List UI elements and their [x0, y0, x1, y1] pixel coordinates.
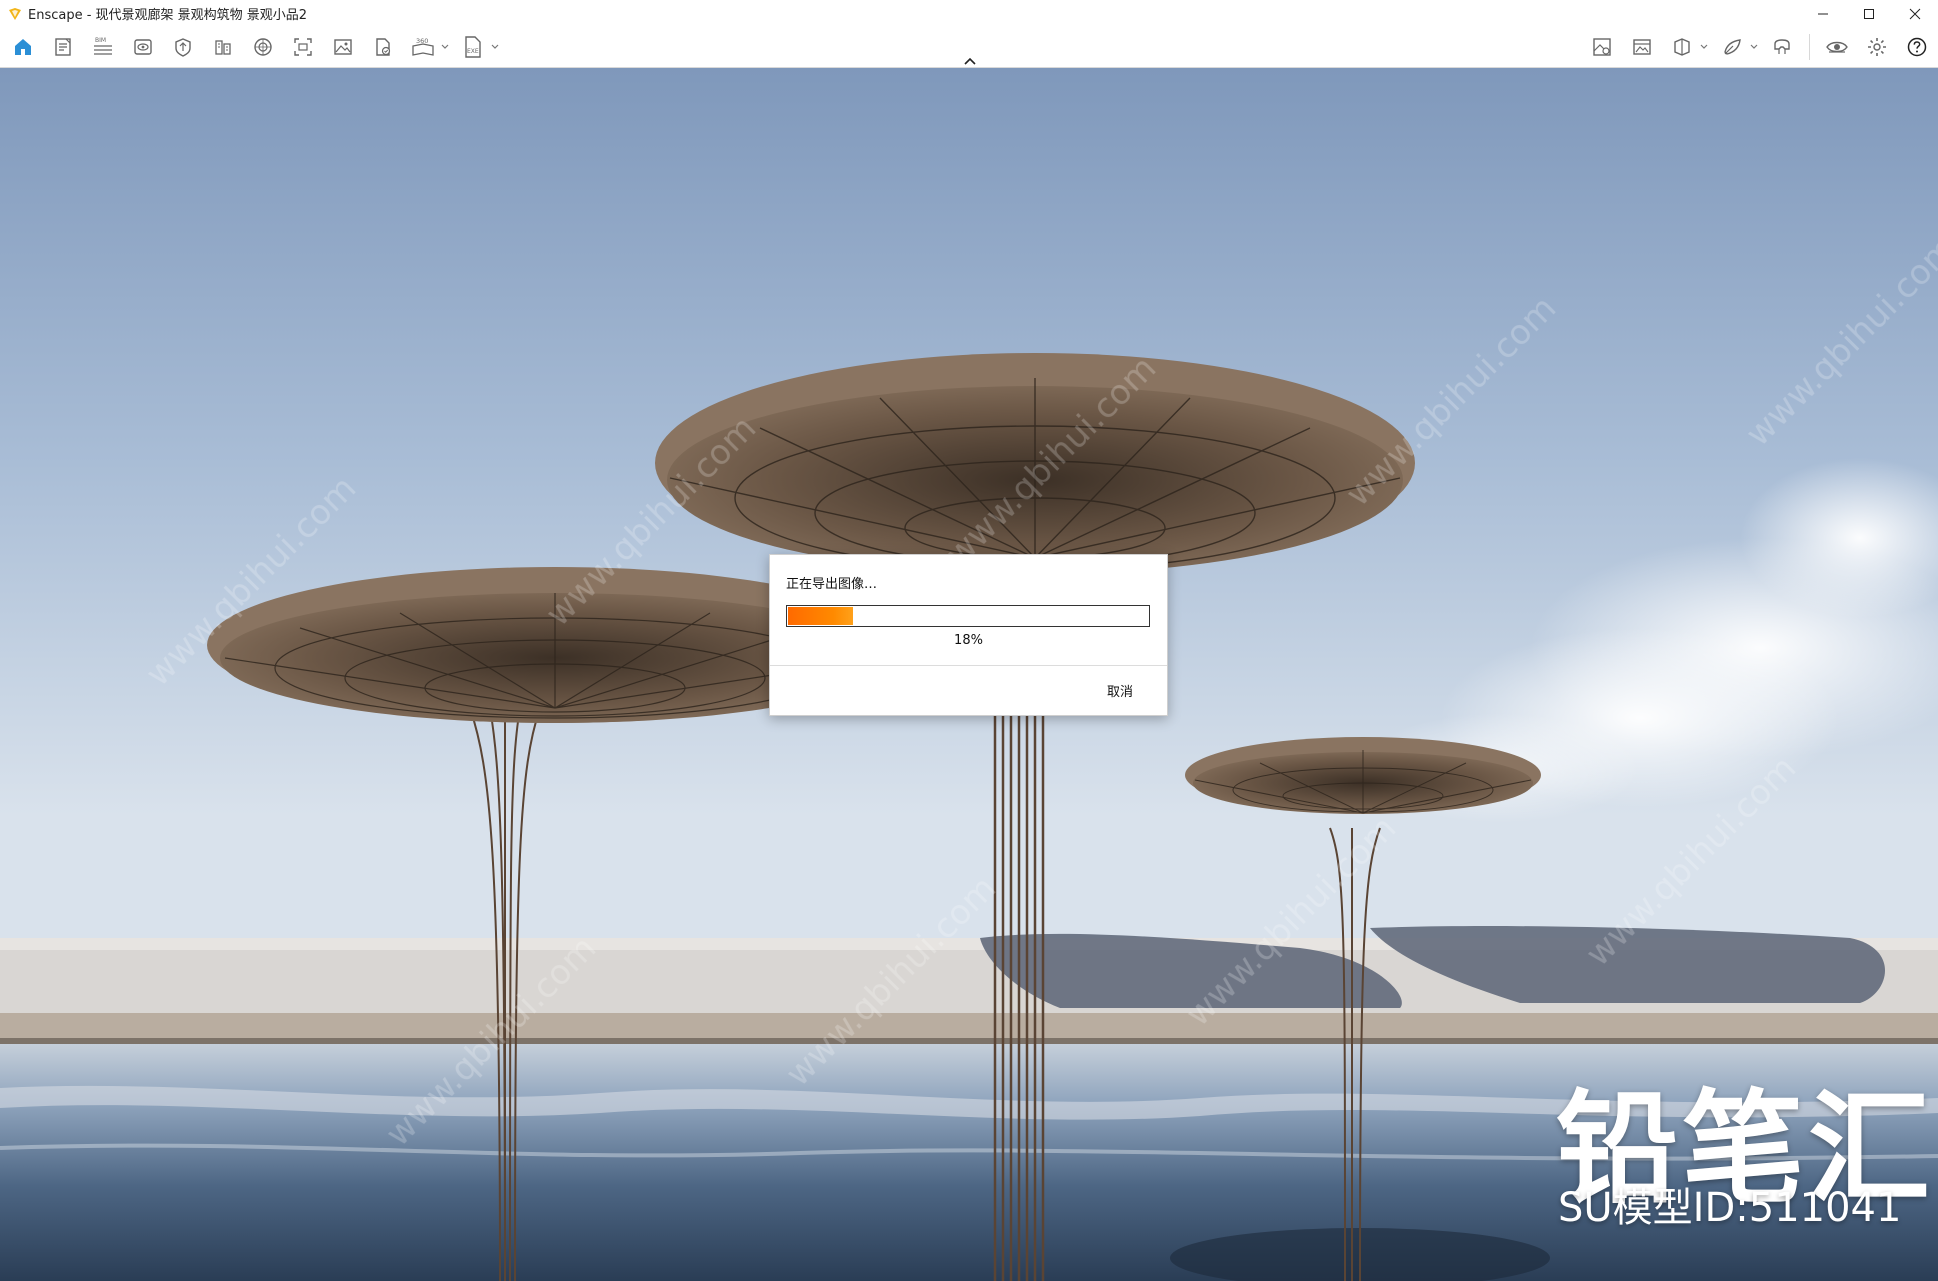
svg-text:EXE: EXE — [467, 48, 479, 55]
window-title: Enscape - 现代景观廊架 景观构筑物 景观小品2 — [28, 8, 308, 23]
enscape-logo-icon — [9, 7, 21, 20]
screenshot-button[interactable] — [286, 30, 320, 64]
material-editor-button[interactable] — [246, 30, 280, 64]
chevron-up-icon — [964, 57, 976, 65]
asset-library-button[interactable] — [166, 30, 200, 64]
visual-settings-icon — [134, 39, 152, 55]
chevron-down-icon — [1750, 44, 1758, 49]
close-button[interactable] — [1892, 0, 1938, 27]
chevron-down-icon — [441, 44, 449, 49]
view-management-button[interactable] — [1585, 30, 1619, 64]
panorama-dropdown-button[interactable] — [440, 30, 450, 64]
asset-library-icon — [175, 38, 191, 57]
visual-settings-button[interactable] — [126, 30, 160, 64]
document-icon — [55, 38, 71, 56]
sun-study-button[interactable] — [206, 30, 240, 64]
bim-button[interactable]: BIM — [86, 30, 120, 64]
view-management-icon — [1593, 38, 1611, 56]
image-export-icon — [334, 39, 352, 55]
image-gallery-icon — [1633, 39, 1651, 55]
chevron-down-icon — [491, 44, 499, 49]
home-button[interactable] — [6, 30, 40, 64]
sun-study-icon — [215, 40, 231, 55]
help-icon — [1907, 37, 1927, 57]
watermark-model-id: SU模型ID:511041 — [1558, 1185, 1902, 1231]
exe-dropdown-button[interactable] — [490, 30, 500, 64]
batch-export-button[interactable] — [366, 30, 400, 64]
minimize-button[interactable] — [1800, 0, 1846, 27]
export-progress-dialog: 正在导出图像… 18% 取消 — [769, 554, 1168, 716]
bim-icon: BIM — [94, 37, 112, 55]
close-icon — [1909, 8, 1921, 19]
section-view-button[interactable] — [1665, 30, 1699, 64]
exe-export-button[interactable]: EXE — [456, 30, 490, 64]
progress-bar — [786, 605, 1150, 627]
collapse-toolbar-button[interactable] — [961, 55, 979, 67]
toolbar-separator — [1809, 34, 1810, 60]
minimize-icon — [1818, 13, 1828, 14]
maximize-button[interactable] — [1846, 0, 1892, 27]
section-view-icon — [1674, 38, 1690, 56]
help-button[interactable] — [1900, 30, 1934, 64]
exe-export-icon: EXE — [465, 36, 481, 58]
title-bar: Enscape - 现代景观廊架 景观构筑物 景观小品2 — [0, 0, 1938, 28]
collaboration-button[interactable] — [1715, 30, 1749, 64]
toolbar-right-group — [1585, 27, 1934, 67]
dialog-divider — [770, 665, 1167, 666]
vr-headset-button[interactable] — [1765, 30, 1799, 64]
screenshot-icon — [294, 38, 312, 56]
chevron-down-icon — [1700, 44, 1708, 49]
svg-text:BIM: BIM — [95, 37, 106, 44]
image-gallery-button[interactable] — [1625, 30, 1659, 64]
settings-button[interactable] — [1860, 30, 1894, 64]
toolbar-left-group: BIM 360 EXE — [6, 27, 500, 67]
document-button[interactable] — [46, 30, 80, 64]
collaboration-dropdown-button[interactable] — [1749, 30, 1759, 64]
dialog-title: 正在导出图像… — [786, 577, 878, 592]
eye-icon — [1826, 41, 1848, 53]
vr-headset-icon — [1774, 39, 1790, 54]
maximize-icon — [1864, 8, 1874, 19]
gear-icon — [1868, 38, 1886, 56]
window-controls — [1800, 0, 1938, 27]
progress-percentage: 18% — [954, 633, 983, 648]
material-editor-icon — [254, 38, 272, 56]
collaboration-icon — [1724, 39, 1741, 55]
batch-export-icon — [376, 38, 391, 56]
section-view-dropdown-button[interactable] — [1699, 30, 1709, 64]
progress-fill — [788, 607, 853, 625]
cancel-button[interactable]: 取消 — [1107, 681, 1133, 700]
panorama-360-icon: 360 — [412, 37, 434, 56]
panorama-360-button[interactable]: 360 — [406, 30, 440, 64]
home-icon — [15, 39, 31, 55]
live-view-button[interactable] — [1820, 30, 1854, 64]
image-export-button[interactable] — [326, 30, 360, 64]
